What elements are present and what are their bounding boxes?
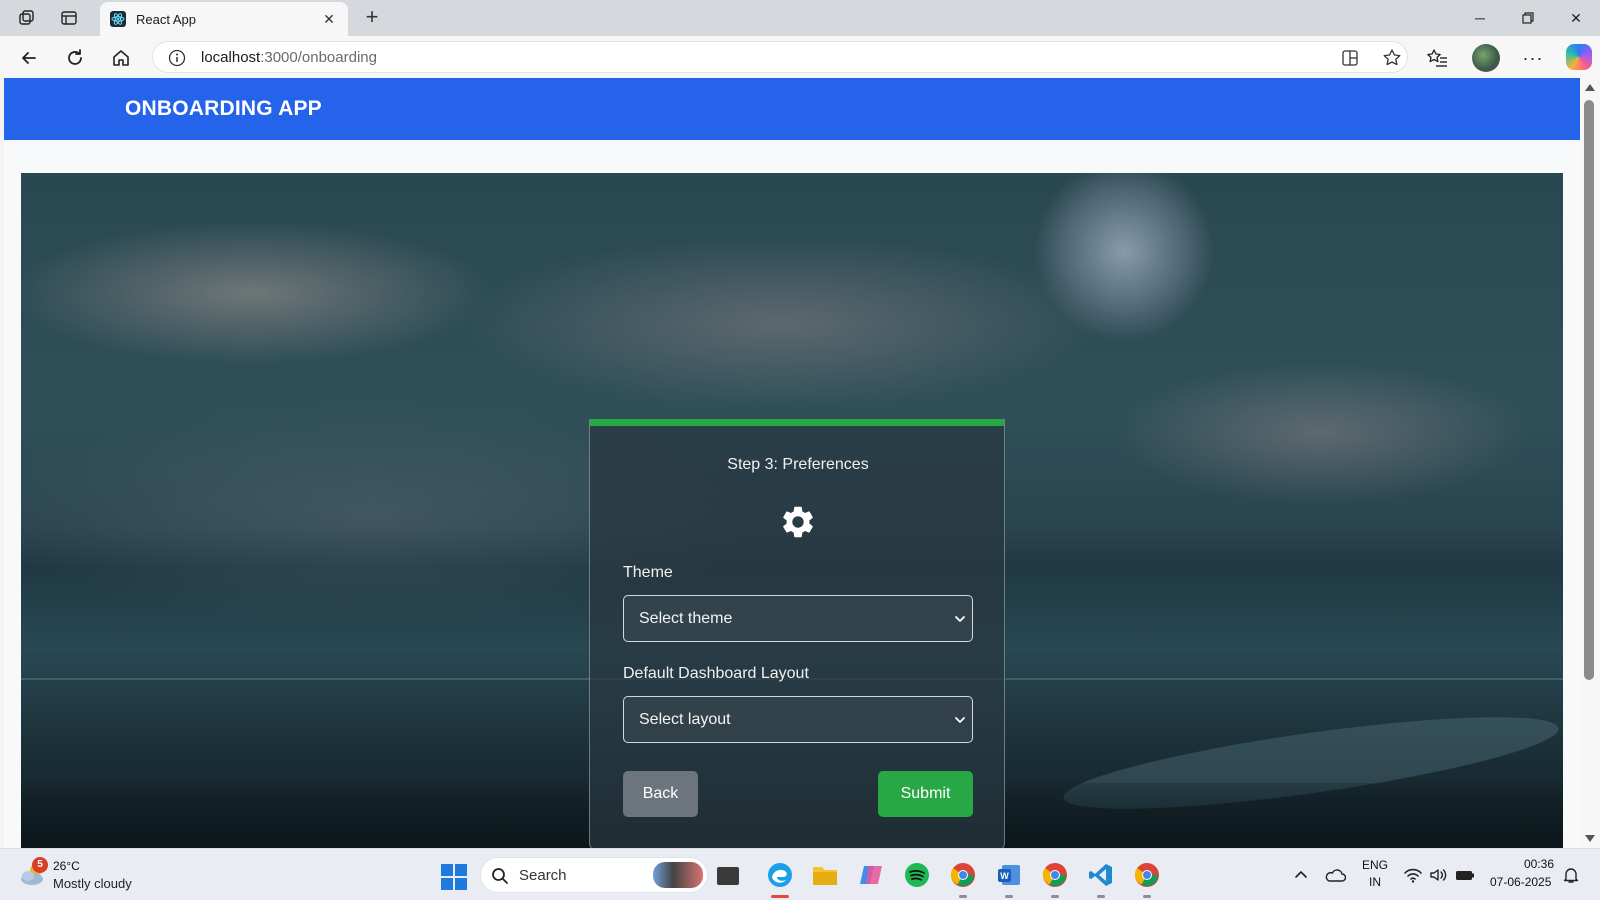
taskbar-search[interactable]: Search <box>480 857 708 893</box>
tab-title: React App <box>136 11 196 27</box>
new-tab-button[interactable]: + <box>360 6 384 30</box>
step-title: Step 3: Preferences <box>727 456 869 473</box>
onedrive-cloud-icon[interactable] <box>1324 864 1346 886</box>
chrome-profile-2-icon[interactable] <box>1132 860 1162 890</box>
favorite-star-icon[interactable] <box>1381 47 1403 69</box>
windows-taskbar: 5 26°C Mostly cloudy Search W ENG IN 00:… <box>0 848 1600 900</box>
search-highlight-image <box>653 862 703 888</box>
app-brand[interactable]: ONBOARDING APP <box>125 97 322 121</box>
copilot-app-icon[interactable] <box>856 860 886 890</box>
scroll-thumb[interactable] <box>1584 100 1594 680</box>
layout-label: Default Dashboard Layout <box>623 665 809 682</box>
url-text: localhost:3000/onboarding <box>201 49 377 66</box>
home-icon[interactable] <box>108 45 134 71</box>
vscode-icon[interactable] <box>1086 860 1116 890</box>
restore-icon[interactable] <box>1508 6 1548 30</box>
notifications-icon[interactable] <box>1560 864 1582 886</box>
reload-icon[interactable] <box>62 45 88 71</box>
back-arrow-icon[interactable] <box>16 45 42 71</box>
edge-active-indicator <box>771 895 789 898</box>
page-scrollbar[interactable] <box>1580 78 1600 848</box>
chrome-profile-indicator <box>1051 895 1059 898</box>
vscode-indicator <box>1097 895 1105 898</box>
spotify-icon[interactable] <box>902 860 932 890</box>
search-label: Search <box>519 867 567 884</box>
minimize-icon[interactable]: ─ <box>1460 6 1500 30</box>
tab-close-icon[interactable]: ✕ <box>320 11 338 28</box>
edge-icon[interactable] <box>765 860 795 890</box>
app-header: ONBOARDING APP <box>4 78 1580 140</box>
address-bar[interactable]: localhost:3000/onboarding <box>152 41 1408 73</box>
close-window-icon[interactable]: ✕ <box>1556 6 1596 30</box>
favorites-icon[interactable] <box>1424 45 1450 71</box>
chrome-icon[interactable] <box>948 860 978 890</box>
weather-alert-badge: 5 <box>32 857 48 873</box>
battery-icon[interactable] <box>1454 864 1476 886</box>
volume-icon[interactable] <box>1428 864 1450 886</box>
clock-time[interactable]: 00:36 <box>1524 857 1554 871</box>
svg-text:W: W <box>1000 871 1009 881</box>
more-options-icon[interactable]: ··· <box>1520 45 1546 71</box>
react-icon <box>110 11 126 27</box>
layout-select-value: Select layout <box>639 711 731 728</box>
chrome-indicator <box>959 895 967 898</box>
chevron-up-icon[interactable] <box>1290 864 1312 886</box>
language-indicator[interactable]: ENG IN <box>1362 857 1388 891</box>
theme-select[interactable]: Select theme <box>623 595 973 642</box>
word-indicator <box>1005 895 1013 898</box>
browser-tab-strip: React App ✕ + ─ ✕ <box>0 0 1600 36</box>
scroll-down-icon[interactable] <box>1585 835 1595 842</box>
windows-start-icon[interactable] <box>441 864 467 890</box>
chrome-profile-2-indicator <box>1143 895 1151 898</box>
layout-select[interactable]: Select layout <box>623 696 973 743</box>
scroll-up-icon[interactable] <box>1585 84 1595 91</box>
weather-description[interactable]: Mostly cloudy <box>53 876 132 891</box>
tab-actions-icon[interactable] <box>58 7 80 29</box>
browser-tab-active[interactable]: React App ✕ <box>100 2 348 36</box>
chrome-profile-icon[interactable] <box>1040 860 1070 890</box>
theme-label: Theme <box>623 564 673 581</box>
site-info-icon[interactable] <box>167 48 187 68</box>
progress-bar <box>590 419 1004 426</box>
chevron-down-icon <box>952 611 968 627</box>
browser-toolbar: localhost:3000/onboarding ··· <box>0 36 1600 78</box>
workspaces-icon[interactable] <box>16 7 38 29</box>
search-icon <box>491 867 509 885</box>
submit-button[interactable]: Submit <box>878 771 973 817</box>
task-view-icon[interactable] <box>717 867 739 885</box>
app-available-icon[interactable] <box>1339 47 1361 69</box>
web-page: ONBOARDING APP Step 3: Preferences Theme… <box>4 78 1580 848</box>
gear-icon <box>779 503 817 541</box>
theme-select-value: Select theme <box>639 610 733 627</box>
word-icon[interactable]: W <box>994 860 1024 890</box>
wifi-icon[interactable] <box>1402 864 1424 886</box>
profile-avatar[interactable] <box>1472 44 1500 72</box>
file-explorer-icon[interactable] <box>810 860 840 890</box>
chevron-down-icon <box>952 712 968 728</box>
copilot-icon[interactable] <box>1566 44 1592 70</box>
back-button[interactable]: Back <box>623 771 698 817</box>
clock-date[interactable]: 07-06-2025 <box>1490 875 1551 889</box>
onboarding-card: Step 3: Preferences Theme Select theme D… <box>589 419 1005 848</box>
weather-temperature[interactable]: 26°C <box>53 859 80 873</box>
